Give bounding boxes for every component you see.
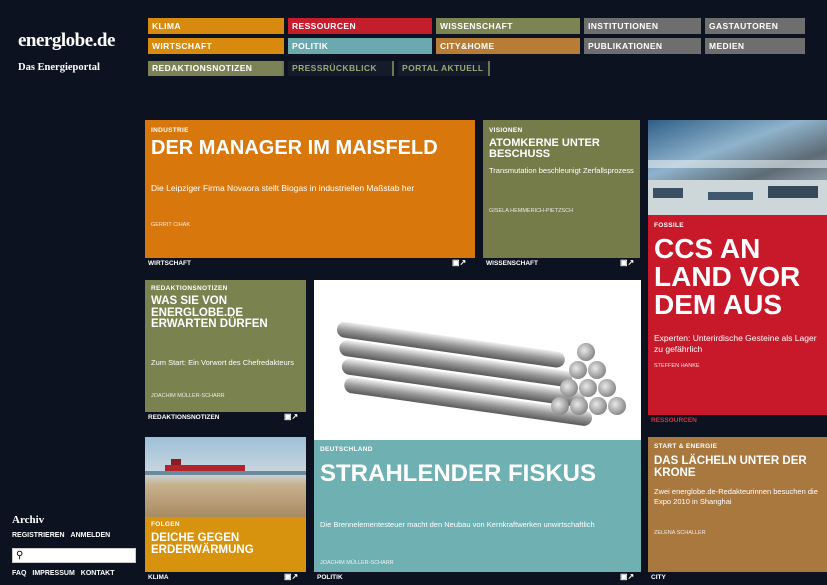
article-kicker: Redaktionsnotizen bbox=[151, 285, 228, 292]
share-icon[interactable]: ▣↗ bbox=[284, 412, 298, 421]
share-icon[interactable]: ▣↗ bbox=[620, 572, 634, 581]
sub-nav: Redaktionsnotizen Pressrückblick Portal … bbox=[148, 61, 490, 76]
article-tile-laecheln[interactable]: Start & Energie Das Lächeln unter der Kr… bbox=[648, 437, 827, 572]
article-headline[interactable]: Was Sie von energlobe.de erwarten dürfen bbox=[151, 295, 303, 331]
article-category[interactable]: Ressourcen bbox=[651, 417, 697, 424]
nav-item-gastautoren[interactable]: Gastautoren bbox=[705, 18, 805, 34]
article-teaser: Transmutation beschleunigt Zerfallsproze… bbox=[489, 166, 634, 175]
archiv-link[interactable]: Archiv bbox=[12, 514, 44, 526]
article-author: Joachim Müller-Scharr bbox=[151, 393, 225, 399]
article-headline[interactable]: Strahlender Fiskus bbox=[320, 462, 630, 486]
article-teaser: Zum Start: Ein Vorwort des Chefredakteur… bbox=[151, 358, 294, 367]
article-tile-ccs[interactable]: Fossile CCS an Land vor dem Aus Experten… bbox=[648, 215, 827, 415]
kontakt-link[interactable]: Kontakt bbox=[81, 570, 115, 577]
article-category-bar[interactable]: Wissenschaft bbox=[483, 258, 640, 270]
nav-item-wissenschaft[interactable]: Wissenschaft bbox=[436, 18, 580, 34]
article-kicker: Industrie bbox=[151, 127, 189, 134]
share-icon[interactable]: ▣↗ bbox=[284, 572, 298, 581]
site-tagline: Das Energieportal bbox=[18, 62, 100, 73]
article-category[interactable]: Redaktionsnotizen bbox=[148, 414, 220, 421]
article-category[interactable]: City bbox=[651, 574, 666, 581]
search-icon[interactable]: ⚲ bbox=[16, 550, 23, 561]
article-category[interactable]: Klima bbox=[148, 574, 169, 581]
article-tile-deiche[interactable]: Folgen Deiche gegen Erderwärmung bbox=[145, 517, 306, 572]
steel-rods-photo bbox=[336, 321, 626, 426]
site-logo[interactable]: energlobe.de bbox=[18, 30, 115, 52]
nav-item-publikationen[interactable]: Publikationen bbox=[584, 38, 701, 54]
subnav-pressrueckblick[interactable]: Pressrückblick bbox=[288, 61, 394, 76]
article-teaser: Die Brennelementesteuer macht den Neubau… bbox=[320, 520, 595, 529]
account-links: Registrieren Anmelden bbox=[12, 532, 110, 539]
article-category-bar[interactable]: City bbox=[648, 572, 827, 584]
impressum-link[interactable]: Impressum bbox=[32, 570, 74, 577]
article-image-rods[interactable] bbox=[314, 280, 641, 440]
article-headline[interactable]: CCS an Land vor dem Aus bbox=[654, 235, 826, 319]
article-category-bar[interactable]: Klima bbox=[145, 572, 306, 584]
article-kicker: Visionen bbox=[489, 127, 523, 134]
subnav-portal-aktuell[interactable]: Portal aktuell bbox=[398, 61, 490, 76]
article-tile-manager[interactable]: Industrie Der Manager im Maisfeld Die Le… bbox=[145, 120, 475, 258]
article-image-ship[interactable] bbox=[145, 437, 306, 517]
article-kicker: Fossile bbox=[654, 222, 684, 229]
article-category[interactable]: Wirtschaft bbox=[148, 260, 191, 267]
article-headline[interactable]: Atomkerne unter Beschuss bbox=[489, 138, 637, 160]
article-tile-atomkerne[interactable]: Visionen Atomkerne unter Beschuss Transm… bbox=[483, 120, 640, 258]
nav-item-cityhome[interactable]: City&Home bbox=[436, 38, 580, 54]
article-author: Joachim Müller-Scharr bbox=[320, 560, 394, 566]
salt-lake-photo bbox=[648, 160, 827, 215]
article-tile-fiskus[interactable]: Deutschland Strahlender Fiskus Die Brenn… bbox=[314, 440, 641, 572]
search-input[interactable]: ⚲ bbox=[12, 548, 136, 563]
share-icon[interactable]: ▣↗ bbox=[620, 258, 634, 267]
article-teaser: Experten: Unterirdische Gesteine als Lag… bbox=[654, 333, 817, 355]
article-kicker: Folgen bbox=[151, 521, 180, 528]
nav-item-wirtschaft[interactable]: Wirtschaft bbox=[148, 38, 284, 54]
article-kicker: Deutschland bbox=[320, 446, 373, 453]
article-headline[interactable]: Das Lächeln unter der Krone bbox=[654, 455, 826, 479]
article-kicker: Start & Energie bbox=[654, 443, 718, 450]
article-author: Zelena Schaller bbox=[654, 530, 706, 536]
article-headline[interactable]: Der Manager im Maisfeld bbox=[151, 138, 461, 158]
register-link[interactable]: Registrieren bbox=[12, 532, 65, 539]
ship-photo bbox=[145, 459, 306, 475]
nav-item-politik[interactable]: Politik bbox=[288, 38, 432, 54]
nav-item-medien[interactable]: Medien bbox=[705, 38, 805, 54]
faq-link[interactable]: FAQ bbox=[12, 570, 26, 577]
share-icon[interactable]: ▣↗ bbox=[452, 258, 466, 267]
main-nav-bottom: Wirtschaft Politik City&Home Publikation… bbox=[148, 38, 805, 54]
nav-item-institutionen[interactable]: Institutionen bbox=[584, 18, 701, 34]
main-nav-top: Klima Ressourcen Wissenschaft Institutio… bbox=[148, 18, 805, 34]
article-tile-redaktion[interactable]: Redaktionsnotizen Was Sie von energlobe.… bbox=[145, 280, 306, 412]
article-category-bar[interactable]: Ressourcen bbox=[648, 415, 827, 427]
article-teaser: Die Leipziger Firma Novaora stellt Bioga… bbox=[151, 183, 415, 193]
article-category[interactable]: Wissenschaft bbox=[486, 260, 538, 267]
article-category-bar[interactable]: Redaktionsnotizen bbox=[145, 412, 306, 424]
article-teaser: Zwei energlobe.de-Redakteurinnen besuche… bbox=[654, 487, 818, 507]
login-link[interactable]: Anmelden bbox=[71, 532, 111, 539]
subnav-redaktionsnotizen[interactable]: Redaktionsnotizen bbox=[148, 61, 284, 76]
article-headline[interactable]: Deiche gegen Erderwärmung bbox=[151, 532, 303, 556]
article-category-bar[interactable]: Wirtschaft bbox=[145, 258, 475, 270]
article-category[interactable]: Politik bbox=[317, 574, 343, 581]
nav-item-ressourcen[interactable]: Ressourcen bbox=[288, 18, 432, 34]
article-author: Gerrit Cihak bbox=[151, 222, 191, 228]
footer-links: FAQ Impressum Kontakt bbox=[12, 570, 115, 577]
article-category-bar[interactable]: Politik bbox=[314, 572, 641, 584]
nav-item-klima[interactable]: Klima bbox=[148, 18, 284, 34]
article-author: Gisela Hemmerich-Pietzsch bbox=[489, 208, 574, 214]
article-image-salt-lake[interactable] bbox=[648, 120, 827, 215]
article-author: Steffen Hanke bbox=[654, 363, 700, 369]
